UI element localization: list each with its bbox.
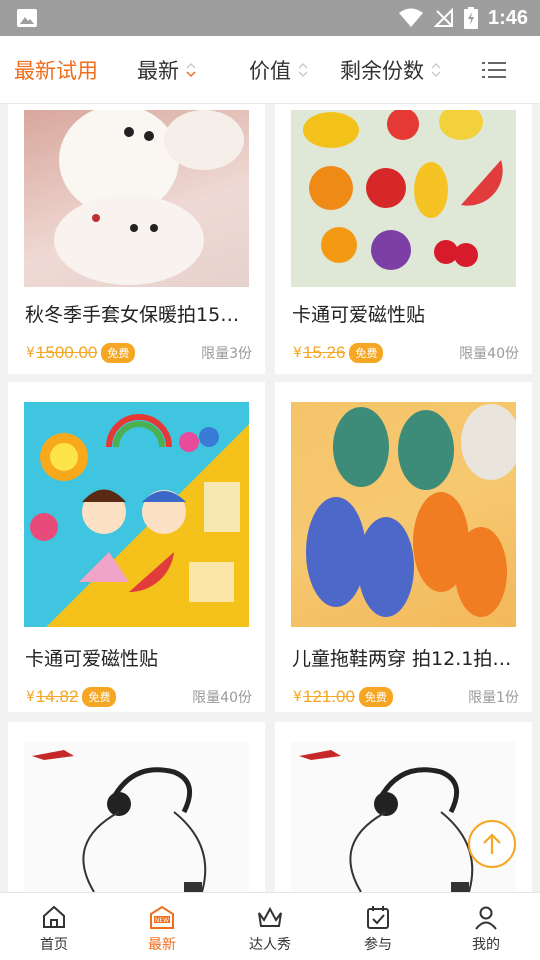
list-view-icon[interactable] xyxy=(482,60,506,80)
price-row: ¥ 15.26 免费 限量40份 xyxy=(293,342,519,364)
sort-arrows-icon xyxy=(185,61,197,79)
tab-mine-label: 我的 xyxy=(472,937,500,953)
product-image xyxy=(24,742,249,892)
filter-remaining-label: 剩余份数 xyxy=(340,59,424,83)
tab-latest[interactable]: NEW 最新 xyxy=(108,893,216,960)
product-card[interactable]: 卡通可爱磁性贴 ¥ 15.26 免费 限量40份 xyxy=(275,104,532,374)
tab-mine[interactable]: 我的 xyxy=(432,893,540,960)
product-card[interactable]: 秋冬季手套女保暖拍150... ¥ 1500.00 免费 限量3份 xyxy=(8,104,265,374)
currency-symbol: ¥ xyxy=(293,345,302,361)
free-badge: 免费 xyxy=(358,687,393,707)
product-title: 卡通可爱磁性贴 xyxy=(25,648,159,670)
tab-participate-label: 参与 xyxy=(364,937,392,953)
product-card[interactable]: 卡通可爱磁性贴 ¥ 14.82 免费 限量40份 xyxy=(8,382,265,712)
svg-text:NEW: NEW xyxy=(155,917,169,924)
currency-symbol: ¥ xyxy=(293,689,302,705)
wifi-icon xyxy=(398,8,423,27)
product-card[interactable] xyxy=(8,722,265,892)
arrow-up-icon xyxy=(483,833,501,854)
battery-charging-icon xyxy=(463,7,478,29)
free-badge: 免费 xyxy=(101,343,136,363)
free-badge: 免费 xyxy=(349,343,384,363)
scroll-to-top-button[interactable] xyxy=(468,820,516,868)
product-image xyxy=(291,110,516,287)
product-price: 1500.00 xyxy=(35,343,98,362)
price-row: ¥ 14.82 免费 限量40份 xyxy=(26,686,252,708)
tab-latest-label: 最新 xyxy=(148,937,176,953)
currency-symbol: ¥ xyxy=(26,345,35,361)
sort-arrows-icon xyxy=(430,61,442,79)
tab-home-label: 首页 xyxy=(40,937,68,953)
product-price: 15.26 xyxy=(302,343,346,362)
product-image xyxy=(291,402,516,627)
free-badge: 免费 xyxy=(82,687,117,707)
product-image xyxy=(24,110,249,287)
product-image xyxy=(291,742,516,892)
product-title: 秋冬季手套女保暖拍150... xyxy=(25,304,250,326)
product-grid: 秋冬季手套女保暖拍150... ¥ 1500.00 免费 限量3份 卡通可爱磁性… xyxy=(0,104,540,892)
tab-experts-label: 达人秀 xyxy=(249,937,291,953)
tab-experts[interactable]: 达人秀 xyxy=(216,893,324,960)
page-title: 最新试用 xyxy=(14,59,98,83)
status-time: 1:46 xyxy=(487,6,528,29)
bottom-tab-bar: 首页 NEW 最新 达人秀 参与 我的 xyxy=(0,892,540,960)
calendar-check-icon xyxy=(367,906,389,929)
limit-count: 限量40份 xyxy=(459,346,519,362)
crown-icon xyxy=(258,906,282,927)
product-price: 14.82 xyxy=(35,687,79,706)
status-bar: 1:46 xyxy=(0,0,540,36)
filter-value-label: 价值 xyxy=(249,59,291,83)
filter-latest-label: 最新 xyxy=(137,59,179,83)
currency-symbol: ¥ xyxy=(26,689,35,705)
image-notification-icon xyxy=(17,9,37,27)
product-card[interactable]: 儿童拖鞋两穿 拍12.1拍1... ¥ 121.00 免费 限量1份 xyxy=(275,382,532,712)
new-icon: NEW xyxy=(150,905,174,929)
product-title: 儿童拖鞋两穿 拍12.1拍1... xyxy=(292,648,517,670)
filter-remaining[interactable]: 剩余份数 xyxy=(340,36,442,104)
product-title: 卡通可爱磁性贴 xyxy=(292,304,426,326)
limit-count: 限量40份 xyxy=(192,690,252,706)
no-signal-icon xyxy=(433,8,453,27)
home-icon xyxy=(43,905,65,928)
sort-arrows-icon xyxy=(297,61,309,79)
filter-latest[interactable]: 最新 xyxy=(137,36,197,104)
limit-count: 限量3份 xyxy=(201,346,252,362)
product-image xyxy=(24,402,249,627)
tab-participate[interactable]: 参与 xyxy=(324,893,432,960)
tab-home[interactable]: 首页 xyxy=(0,893,108,960)
price-row: ¥ 1500.00 免费 限量3份 xyxy=(26,342,252,364)
filter-value[interactable]: 价值 xyxy=(249,36,309,104)
limit-count: 限量1份 xyxy=(468,690,519,706)
user-icon xyxy=(475,906,497,930)
filter-bar: 最新试用 最新 价值 剩余份数 xyxy=(0,36,540,104)
product-price: 121.00 xyxy=(302,687,355,706)
price-row: ¥ 121.00 免费 限量1份 xyxy=(293,686,519,708)
